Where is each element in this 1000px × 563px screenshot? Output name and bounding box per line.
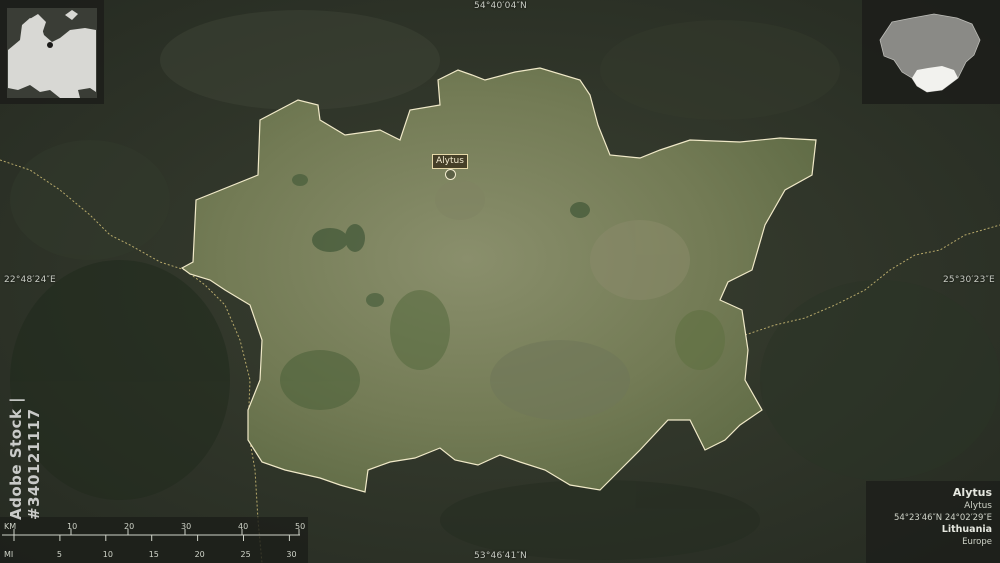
- stock-watermark: Adobe Stock | #340121117: [7, 396, 43, 520]
- country-locator-map: [862, 0, 1000, 104]
- mi-tick-label: 25: [241, 550, 251, 559]
- km-tick-label: 20: [124, 522, 134, 531]
- continent-name: Europe: [962, 537, 992, 547]
- latitude-bottom-label: 53°46′41″N: [474, 551, 527, 561]
- km-tick-label: 30: [181, 522, 191, 531]
- longitude-left-label: 22°48′24″E: [4, 275, 56, 285]
- km-tick-label: 50: [295, 522, 305, 531]
- km-tick-label: 10: [67, 522, 77, 531]
- mi-tick-label: 5: [57, 550, 62, 559]
- city-label-alytus[interactable]: Alytus: [432, 154, 468, 169]
- city-marker-icon[interactable]: [445, 169, 456, 180]
- km-unit-label: KM: [4, 522, 16, 531]
- europe-map-icon: [7, 8, 97, 98]
- km-scale: 10 20 30 40 50: [13, 522, 305, 535]
- longitude-right-label: 25°30′23″E: [943, 275, 995, 285]
- center-coordinates: 54°23′46″N 24°02′29″E: [893, 513, 992, 523]
- satellite-map: [0, 0, 1000, 563]
- mi-tick-label: 30: [286, 550, 296, 559]
- mi-unit-label: MI: [4, 550, 13, 559]
- lithuania-map-icon: [879, 13, 981, 93]
- latitude-top-label: 54°40′04″N: [474, 1, 527, 11]
- mi-scale: 5 10 15 20 25 30: [13, 535, 297, 559]
- europe-locator-map: [0, 0, 104, 104]
- country-name: Lithuania: [941, 524, 992, 535]
- km-tick-label: 40: [238, 522, 248, 531]
- admin-name: Alytus: [964, 501, 992, 511]
- info-panel: Alytus Alytus 54°23′46″N 24°02′29″E Lith…: [866, 481, 1000, 563]
- mi-tick-label: 10: [103, 550, 113, 559]
- mi-tick-label: 15: [149, 550, 159, 559]
- mi-tick-label: 20: [195, 550, 205, 559]
- scale-bar: 10 20 30 40 50 5 10 15 20 25 30 KM MI: [0, 517, 308, 563]
- region-name: Alytus: [952, 486, 992, 499]
